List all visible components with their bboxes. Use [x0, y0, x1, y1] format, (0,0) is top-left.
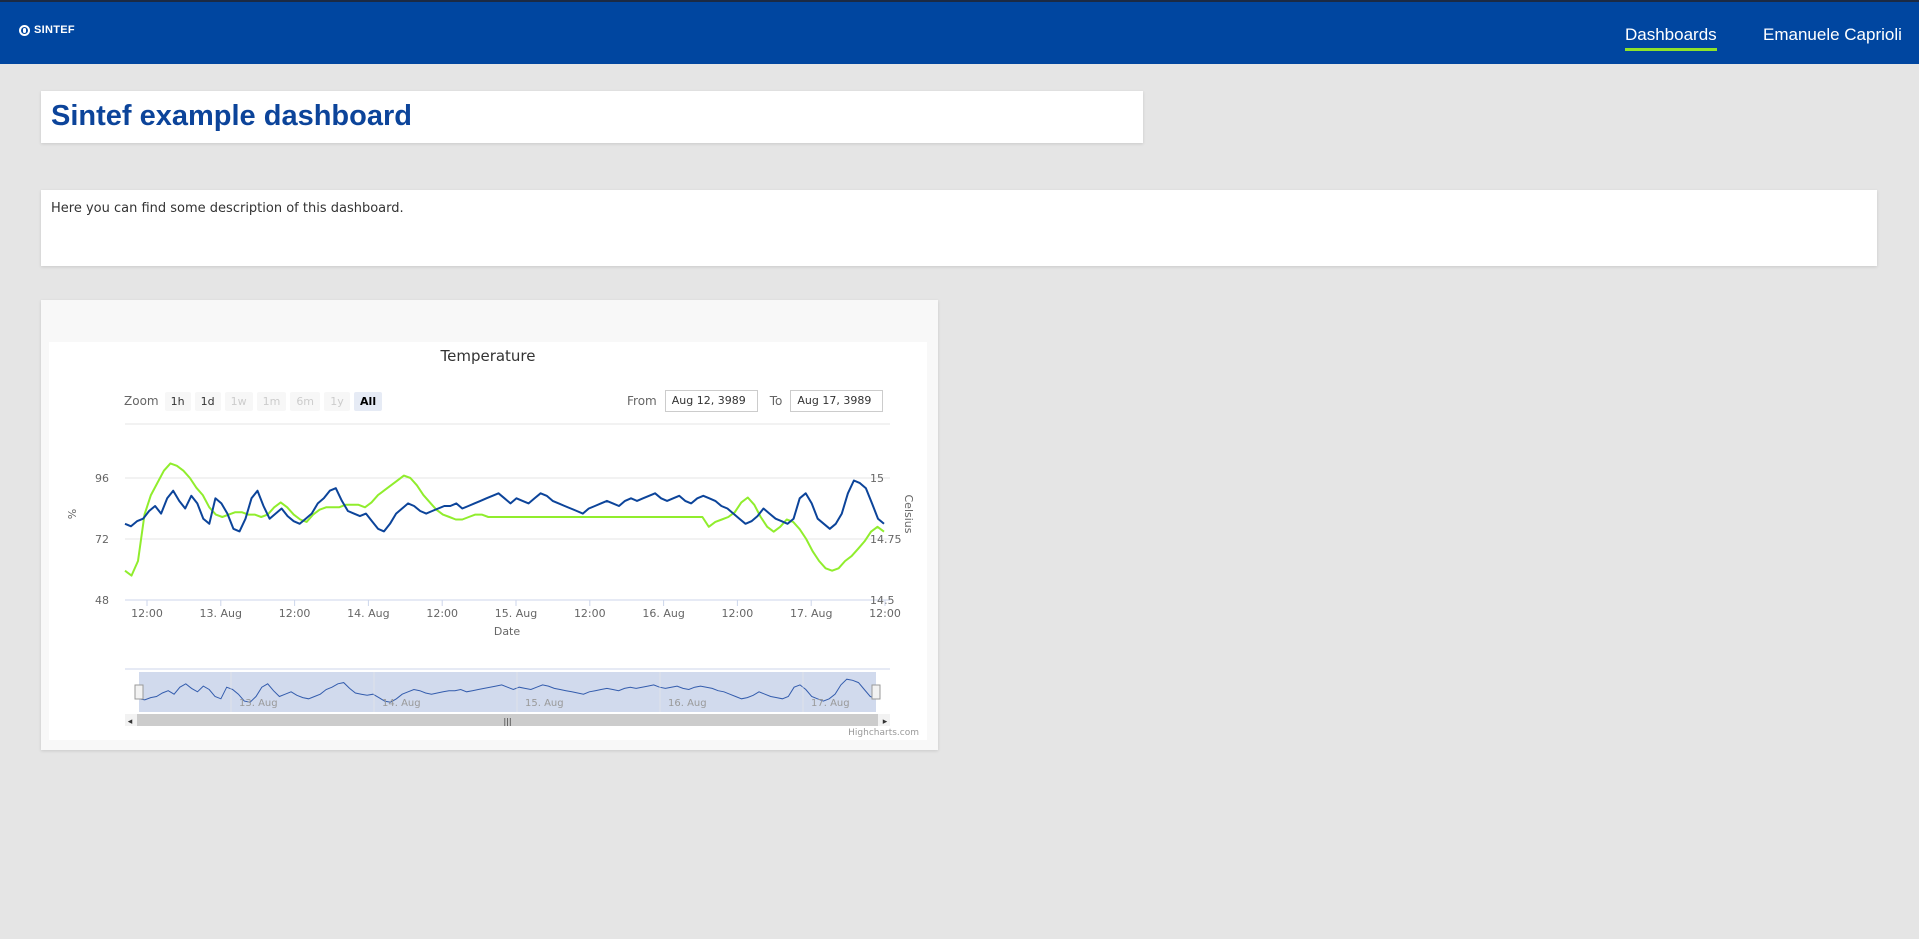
y-axis-right-tick-label: 15 — [870, 472, 884, 485]
x-axis-tick-label: 15. Aug — [495, 607, 537, 620]
logo-text: SINTEF — [34, 24, 75, 36]
nav-dashboards-link[interactable]: Dashboards — [1625, 25, 1717, 51]
dashboard-title-card: Sintef example dashboard — [41, 91, 1143, 143]
highcharts-credits[interactable]: Highcharts.com — [848, 728, 919, 738]
chart-container: Temperature Zoom 1h 1d 1w 1m 6m 1y All F… — [49, 342, 927, 740]
x-axis-tick-label: 16. Aug — [642, 607, 684, 620]
x-axis-tick-label: 12:00 — [279, 607, 311, 620]
y-axis-right-title: Celsius — [902, 495, 915, 534]
chart-widget: Temperature Zoom 1h 1d 1w 1m 6m 1y All F… — [41, 300, 938, 750]
sintef-logo[interactable]: SINTEF — [19, 24, 75, 36]
y-axis-right-tick-label: 14.5 — [870, 594, 895, 607]
page-title: Sintef example dashboard — [51, 100, 412, 132]
scrollbar-right-arrow-icon[interactable]: ▸ — [883, 717, 888, 727]
series-line-0 — [124, 479, 885, 533]
x-axis-tick-label: 13. Aug — [200, 607, 242, 620]
nav-user-menu[interactable]: Emanuele Caprioli — [1763, 25, 1902, 45]
navigator-tick-label: 17. Aug — [811, 698, 850, 709]
navigator-tick-label: 13. Aug — [239, 698, 278, 709]
dashboard-description: Here you can find some description of th… — [51, 201, 404, 216]
y-axis-left-tick-label: 48 — [95, 594, 109, 607]
x-axis-tick-label: 12:00 — [131, 607, 163, 620]
sintef-logo-icon — [19, 24, 30, 36]
x-axis-tick-label: 17. Aug — [790, 607, 832, 620]
top-navbar: SINTEF Dashboards Emanuele Caprioli — [0, 0, 1919, 64]
x-axis-tick-label: 12:00 — [574, 607, 606, 620]
x-axis-title: Date — [494, 625, 521, 638]
y-axis-left-tick-label: 72 — [95, 533, 109, 546]
chart-plot-area: 48 72 96 14.5 14.75 15% Celsius 12:00 13. Aug 12:… — [66, 423, 915, 727]
series-line-1 — [124, 462, 885, 577]
navigator-tick-label: 16. Aug — [668, 698, 707, 709]
scrollbar-grip-icon: ||| — [503, 717, 511, 726]
navigator-handle-left[interactable] — [134, 684, 144, 700]
x-axis-tick-label: 12:00 — [426, 607, 458, 620]
y-axis-left-tick-label: 96 — [95, 472, 109, 485]
x-axis-tick-label: 12:00 — [869, 607, 901, 620]
navigator-tick-label: 14. Aug — [382, 698, 421, 709]
scrollbar-left-arrow-icon[interactable]: ◂ — [128, 717, 133, 727]
navigator-handle-right[interactable] — [871, 684, 881, 700]
x-axis-tick-label: 12:00 — [722, 607, 754, 620]
x-axis-tick-label: 14. Aug — [347, 607, 389, 620]
dashboard-description-card: Here you can find some description of th… — [41, 190, 1877, 266]
y-axis-left-title: % — [66, 509, 79, 519]
y-axis-right-tick-label: 14.75 — [870, 533, 902, 546]
navigator-tick-label: 15. Aug — [525, 698, 564, 709]
